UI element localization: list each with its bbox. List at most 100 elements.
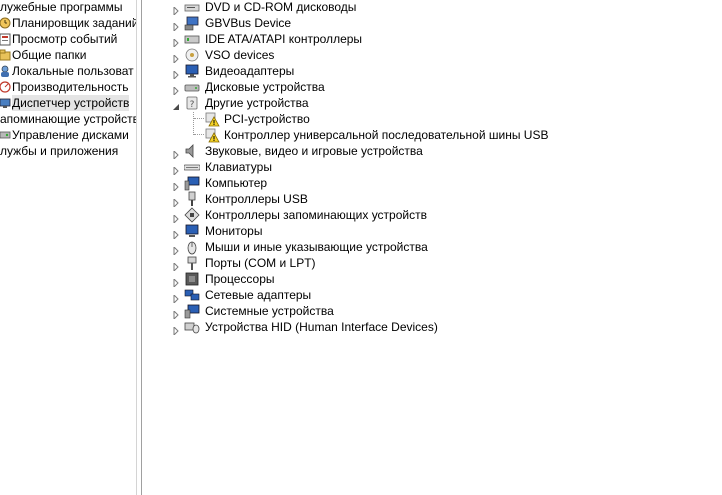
expand-arrow-icon[interactable] [172, 195, 180, 209]
display-adapter-icon [184, 63, 200, 79]
performance-icon [0, 80, 12, 94]
device-category-label: DVD и CD-ROM дисководы [205, 0, 357, 14]
device-category-mice[interactable]: Мыши и иные указывающие устройства [142, 239, 722, 257]
device-manager-window: лужебные программы Планировщик заданий П… [0, 0, 722, 495]
expand-arrow-icon[interactable] [172, 275, 180, 289]
device-category-label: Контроллеры USB [205, 192, 308, 206]
device-category-monitors[interactable]: Мониторы [142, 223, 722, 241]
device-category-label: Дисковые устройства [205, 80, 325, 94]
local-users-icon [0, 64, 12, 78]
device-category-gbvbus[interactable]: GBVBus Device [142, 15, 722, 33]
network-adapter-icon [184, 287, 200, 303]
hid-device-icon [184, 319, 200, 335]
device-category-label: Процессоры [205, 272, 275, 286]
device-category-storage-controllers[interactable]: Контроллеры запоминающих устройств [142, 207, 722, 225]
expand-arrow-icon[interactable] [172, 259, 180, 273]
device-category-label: Видеоадаптеры [205, 64, 295, 78]
device-category-label: Компьютер [205, 176, 268, 190]
usb-controller-icon [184, 191, 200, 207]
device-item-pci[interactable]: PCI-устройство [142, 111, 722, 127]
device-category-label: Сетевые адаптеры [205, 288, 312, 302]
device-category-ide[interactable]: IDE ATA/ATAPI контроллеры [142, 31, 722, 49]
device-category-label: VSO devices [205, 48, 275, 62]
device-category-system-devices[interactable]: Системные устройства [142, 303, 722, 321]
ide-controller-icon [184, 31, 200, 47]
expand-arrow-icon[interactable] [172, 147, 180, 161]
nav-item-label: лужбы и приложения [0, 144, 119, 158]
expand-arrow-icon[interactable] [172, 83, 180, 97]
speaker-icon [184, 143, 200, 159]
nav-item-event-viewer[interactable]: Просмотр событий [0, 31, 136, 47]
console-tree-pane: лужебные программы Планировщик заданий П… [0, 0, 136, 495]
nav-item-label: Общие папки [12, 48, 87, 62]
device-category-display-adapters[interactable]: Видеоадаптеры [142, 63, 722, 81]
device-category-disk-drives[interactable]: Дисковые устройства [142, 79, 722, 97]
computer-icon [184, 175, 200, 191]
device-category-processors[interactable]: Процессоры [142, 271, 722, 289]
disk-management-icon [0, 128, 12, 142]
expand-arrow-icon[interactable] [172, 179, 180, 193]
vso-device-icon [184, 47, 200, 63]
device-manager-icon [0, 96, 12, 110]
device-category-label: IDE ATA/ATAPI контроллеры [205, 32, 363, 46]
nav-item-label: апоминающие устройств [0, 112, 136, 126]
nav-item-device-manager[interactable]: Диспетчер устройств [0, 95, 136, 111]
device-category-ports[interactable]: Порты (COM и LPT) [142, 255, 722, 273]
expand-arrow-icon[interactable] [172, 243, 180, 257]
expand-arrow-icon[interactable] [172, 211, 180, 225]
device-category-dvd[interactable]: DVD и CD-ROM дисководы [142, 0, 722, 17]
expand-arrow-icon[interactable] [172, 35, 180, 49]
device-category-label: GBVBus Device [205, 16, 292, 30]
warning-device-icon [204, 127, 220, 143]
expand-arrow-icon[interactable] [172, 3, 180, 17]
device-category-label: Мыши и иные указывающие устройства [205, 240, 428, 254]
nav-item-shared-folders[interactable]: Общие папки [0, 47, 136, 63]
device-category-usb-controllers[interactable]: Контроллеры USB [142, 191, 722, 209]
nav-item-label: Производительность [12, 80, 129, 94]
device-category-label: Клавиатуры [205, 160, 272, 174]
device-tree: DVD и CD-ROM дисководы GBVBus Device IDE… [142, 0, 722, 495]
device-category-label: Другие устройства [205, 96, 309, 110]
device-category-sound[interactable]: Звуковые, видео и игровые устройства [142, 143, 722, 161]
expand-arrow-icon[interactable] [172, 163, 180, 177]
unknown-device-icon: ? [184, 95, 200, 111]
device-category-other-devices[interactable]: ? Другие устройства [142, 95, 722, 111]
nav-item-label: Локальные пользоват [12, 64, 134, 78]
monitor-icon [184, 223, 200, 239]
nav-item-task-scheduler[interactable]: Планировщик заданий [0, 15, 136, 31]
expand-arrow-icon[interactable] [172, 19, 180, 33]
svg-text:?: ? [190, 100, 195, 110]
device-category-label: Устройства HID (Human Interface Devices) [205, 320, 438, 334]
device-category-label: Звуковые, видео и игровые устройства [205, 144, 423, 158]
nav-item-disk-management[interactable]: Управление дисками [0, 127, 136, 143]
expand-arrow-icon[interactable] [172, 291, 180, 305]
shared-folders-icon [0, 48, 12, 62]
nav-item-label: Планировщик заданий [12, 16, 136, 30]
dvd-drive-icon [184, 0, 200, 15]
expand-arrow-icon[interactable] [172, 227, 180, 241]
device-category-network-adapters[interactable]: Сетевые адаптеры [142, 287, 722, 305]
expand-arrow-icon[interactable] [172, 323, 180, 337]
device-item-label: PCI-устройство [224, 112, 310, 126]
device-category-label: Контроллеры запоминающих устройств [205, 208, 427, 222]
device-category-computer[interactable]: Компьютер [142, 175, 722, 193]
expand-arrow-icon[interactable] [172, 67, 180, 81]
expand-arrow-icon[interactable] [172, 51, 180, 65]
nav-item-performance[interactable]: Производительность [0, 79, 136, 95]
device-category-label: Системные устройства [205, 304, 334, 318]
mouse-icon [184, 239, 200, 255]
nav-item-local-users[interactable]: Локальные пользоват [0, 63, 136, 79]
device-category-hid[interactable]: Устройства HID (Human Interface Devices) [142, 319, 722, 337]
bus-device-icon [184, 15, 200, 31]
collapse-arrow-icon[interactable] [172, 99, 180, 110]
warning-device-icon [204, 111, 220, 127]
nav-item-label: Диспетчер устройств [12, 95, 130, 111]
event-viewer-icon [0, 32, 12, 46]
expand-arrow-icon[interactable] [172, 307, 180, 321]
device-item-label: Контроллер универсальной последовательно… [224, 128, 549, 142]
device-category-vso[interactable]: VSO devices [142, 47, 722, 65]
device-category-keyboards[interactable]: Клавиатуры [142, 159, 722, 177]
processor-icon [184, 271, 200, 287]
device-category-label: Порты (COM и LPT) [205, 256, 316, 270]
device-item-usb-controller[interactable]: Контроллер универсальной последовательно… [142, 127, 722, 143]
